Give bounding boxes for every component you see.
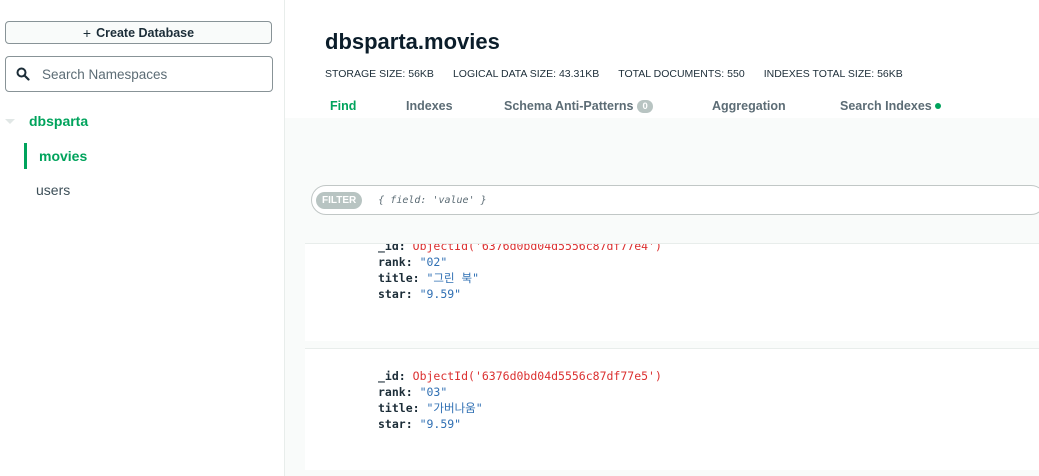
document-field-title: title: "그린 북" [378,271,479,285]
collection-stats: STORAGE SIZE: 56KB LOGICAL DATA SIZE: 43… [325,68,903,80]
document-card[interactable]: _id: ObjectId('6376d0bd04d5556c87df77e5'… [305,348,1039,470]
documents-area: FILTER _id: ObjectId('6376d0bd04d5556c87… [285,118,1039,476]
filter-bar[interactable]: FILTER [311,185,1039,215]
tab-schema-anti-patterns[interactable]: Schema Anti-Patterns 0 [504,99,653,113]
search-namespaces-input[interactable] [40,65,264,83]
document-fields: _id: ObjectId('6376d0bd04d5556c87df77e5'… [378,368,662,432]
count-badge: 0 [637,99,653,113]
tab-label: Schema Anti-Patterns [504,99,634,113]
tab-label: Search Indexes [840,99,932,113]
tab-indexes[interactable]: Indexes [406,99,453,113]
caret-down-icon[interactable] [5,116,15,126]
document-field-star: star: "9.59" [378,417,462,431]
filter-input[interactable] [376,193,981,207]
document-field-title: title: "가버나움" [378,401,483,415]
create-database-button[interactable]: + Create Database [5,21,272,44]
create-database-label: Create Database [96,25,195,40]
database-item-dbsparta[interactable]: dbsparta [0,110,284,132]
document-field-id: _id: ObjectId('6376d0bd04d5556c87df77e5'… [378,369,662,383]
stat-indexes-total-size: INDEXES TOTAL SIZE: 56KB [763,68,903,80]
tab-search-indexes[interactable]: Search Indexes [840,99,941,113]
document-field-star: star: "9.59" [378,287,462,301]
status-dot-icon [934,103,941,109]
filter-chip: FILTER [316,191,363,209]
tab-aggregation[interactable]: Aggregation [712,99,786,113]
collection-header: dbsparta.movies STORAGE SIZE: 56KB LOGIC… [285,0,1039,118]
database-name: dbsparta [29,113,89,129]
collection-label: users [36,182,71,198]
collection-item-users[interactable]: users [24,177,274,203]
document-field-rank: rank: "03" [378,385,448,399]
document-field-rank: rank: "02" [378,255,448,269]
collection-item-movies[interactable]: movies [24,143,277,169]
stat-storage-size: STORAGE SIZE: 56KB [325,68,434,80]
plus-icon: + [82,24,92,41]
sidebar: + Create Database dbsparta movies users [0,0,285,476]
document-fields: _id: ObjectId('6376d0bd04d5556c87df77e4'… [378,243,662,302]
search-icon [16,67,30,81]
collection-label: movies [39,148,88,164]
document-card[interactable]: _id: ObjectId('6376d0bd04d5556c87df77e4'… [305,243,1039,341]
page-title: dbsparta.movies [325,29,500,54]
tab-find[interactable]: Find [330,99,356,113]
document-field-id: _id: ObjectId('6376d0bd04d5556c87df77e4'… [378,243,662,253]
stat-logical-data-size: LOGICAL DATA SIZE: 43.31KB [452,68,600,80]
search-namespaces-field[interactable] [5,56,273,92]
stat-total-documents: TOTAL DOCUMENTS: 550 [618,68,745,80]
